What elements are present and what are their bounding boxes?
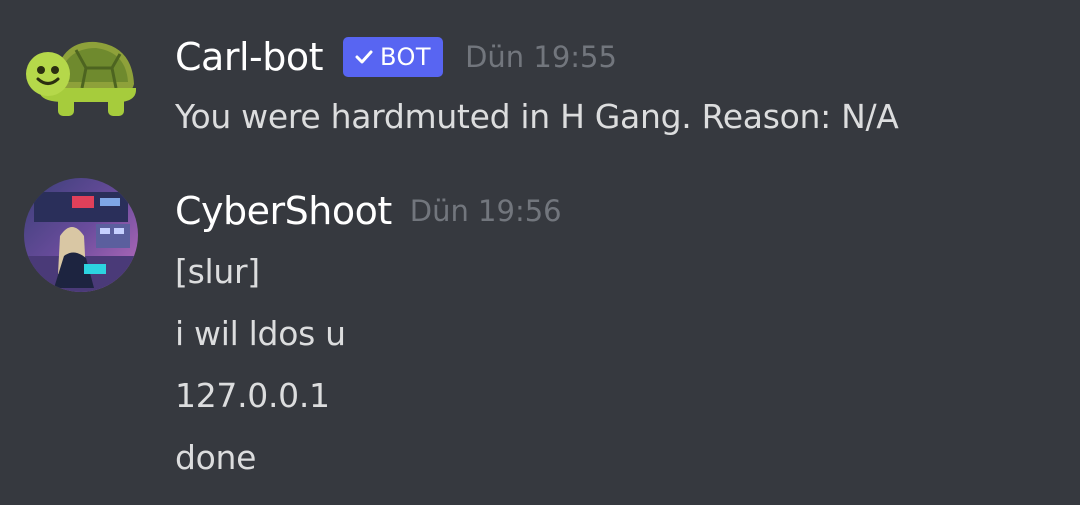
message-text: You were hardmuted in H Gang. Reason: N/… [175, 97, 899, 136]
message-text: done [175, 438, 257, 477]
message-carl-bot: Carl-bot BOT Dün 19:55 You were hardmute… [0, 0, 1080, 160]
message-text: [slur] [175, 252, 260, 291]
chat-messages: Carl-bot BOT Dün 19:55 You were hardmute… [0, 0, 1080, 505]
username[interactable]: Carl-bot [175, 35, 323, 79]
message-header: CyberShoot Dün 19:56 [175, 186, 562, 236]
message-header: Carl-bot BOT Dün 19:55 [175, 32, 617, 82]
username[interactable]: CyberShoot [175, 189, 392, 233]
turtle-avatar-icon[interactable] [24, 38, 138, 152]
timestamp[interactable]: Dün 19:56 [410, 194, 562, 228]
message-text: 127.0.0.1 [175, 376, 330, 415]
bot-badge-label: BOT [379, 43, 432, 71]
checkmark-icon [355, 50, 373, 64]
bot-badge: BOT [342, 37, 444, 77]
message-text: i wil ldos u [175, 314, 346, 353]
timestamp[interactable]: Dün 19:55 [465, 40, 617, 74]
message-cybershoot: CyberShoot Dün 19:56 [slur] i wil ldos u… [0, 160, 1080, 505]
cyberpunk-photo-avatar[interactable] [24, 178, 138, 292]
